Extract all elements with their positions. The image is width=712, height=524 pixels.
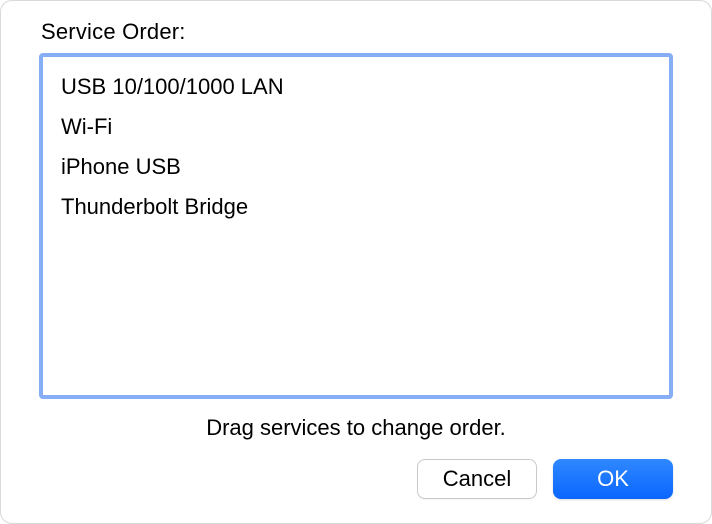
list-item[interactable]: Wi-Fi <box>43 107 669 147</box>
service-order-list[interactable]: USB 10/100/1000 LAN Wi-Fi iPhone USB Thu… <box>39 53 673 399</box>
list-item[interactable]: USB 10/100/1000 LAN <box>43 67 669 107</box>
dialog-title: Service Order: <box>41 19 673 45</box>
ok-button[interactable]: OK <box>553 459 673 499</box>
service-order-dialog: Service Order: USB 10/100/1000 LAN Wi-Fi… <box>0 0 712 524</box>
cancel-button[interactable]: Cancel <box>417 459 537 499</box>
list-item[interactable]: Thunderbolt Bridge <box>43 187 669 227</box>
hint-label: Drag services to change order. <box>39 415 673 441</box>
list-item[interactable]: iPhone USB <box>43 147 669 187</box>
button-row: Cancel OK <box>39 459 673 499</box>
